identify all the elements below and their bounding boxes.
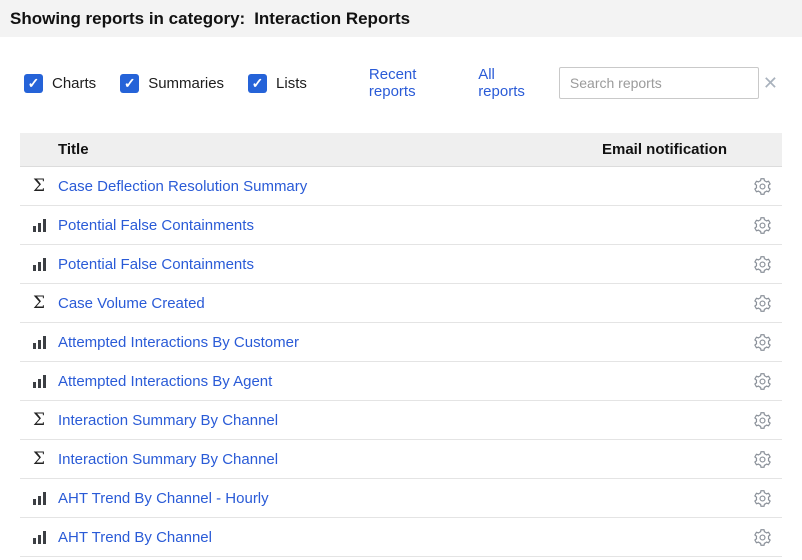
report-title-link[interactable]: Interaction Summary By Channel [58,412,278,429]
report-filter-toolbar: ✓ Charts ✓ Summaries ✓ Lists Recent repo… [24,67,782,99]
filter-checkbox-lists[interactable]: ✓ Lists [248,74,307,93]
search-input[interactable] [559,67,759,99]
bar-chart-icon [33,375,46,388]
report-type-icon-cell: Σ [20,375,58,388]
category-name: Interaction Reports [254,9,410,29]
report-table-body: Σ Case Deflection Resolution Summary Σ P… [20,167,782,557]
check-icon: ✓ [28,76,40,90]
checkbox-label-charts: Charts [52,75,96,92]
checkbox-label-summaries: Summaries [148,75,224,92]
report-title-link[interactable]: AHT Trend By Channel [58,529,212,546]
close-icon[interactable]: ✕ [759,72,782,94]
gear-icon[interactable] [753,528,772,547]
table-row: Σ AHT Trend By Channel - Hourly [20,479,782,518]
report-type-icon-cell: Σ [20,258,58,271]
report-title-link[interactable]: Case Deflection Resolution Summary [58,178,307,195]
recent-reports-link[interactable]: Recent reports [369,66,463,100]
report-title-link[interactable]: Attempted Interactions By Customer [58,334,299,351]
checkbox-label-lists: Lists [276,75,307,92]
report-type-icon-cell: Σ [20,451,58,468]
report-title-link[interactable]: Attempted Interactions By Agent [58,373,272,390]
report-table: Title Email notification Σ Case Deflecti… [20,133,782,557]
checkbox-checked-icon[interactable]: ✓ [24,74,43,93]
filter-checkbox-summaries[interactable]: ✓ Summaries [120,74,224,93]
all-reports-link[interactable]: All reports [478,66,543,100]
report-nav-links: Recent reports All reports [369,66,543,100]
report-title-link[interactable]: Potential False Containments [58,256,254,273]
checkbox-checked-icon[interactable]: ✓ [248,74,267,93]
summary-sigma-icon: Σ [33,178,45,195]
summary-sigma-icon: Σ [33,295,45,312]
bar-chart-icon [33,258,46,271]
table-row: Σ Interaction Summary By Channel [20,440,782,479]
report-type-icon-cell: Σ [20,178,58,195]
checkbox-checked-icon[interactable]: ✓ [120,74,139,93]
gear-icon[interactable] [753,372,772,391]
header-email-notification-column: Email notification [602,141,742,158]
report-type-icon-cell: Σ [20,219,58,232]
gear-icon[interactable] [753,333,772,352]
bar-chart-icon [33,531,46,544]
table-row: Σ Potential False Containments [20,245,782,284]
report-type-icon-cell: Σ [20,492,58,505]
report-type-icon-cell: Σ [20,412,58,429]
report-type-icon-cell: Σ [20,531,58,544]
report-title-link[interactable]: Case Volume Created [58,295,205,312]
category-header-label: Showing reports in category: [10,9,245,29]
report-title-link[interactable]: Potential False Containments [58,217,254,234]
table-row: Σ Potential False Containments [20,206,782,245]
gear-icon[interactable] [753,411,772,430]
table-row: Σ Attempted Interactions By Customer [20,323,782,362]
table-row: Σ Case Volume Created [20,284,782,323]
summary-sigma-icon: Σ [33,451,45,468]
filter-checkbox-charts[interactable]: ✓ Charts [24,74,96,93]
report-type-icon-cell: Σ [20,336,58,349]
gear-icon[interactable] [753,177,772,196]
report-title-link[interactable]: AHT Trend By Channel - Hourly [58,490,269,507]
gear-icon[interactable] [753,255,772,274]
table-row: Σ Interaction Summary By Channel [20,401,782,440]
report-type-icon-cell: Σ [20,295,58,312]
gear-icon[interactable] [753,294,772,313]
bar-chart-icon [33,492,46,505]
bar-chart-icon [33,336,46,349]
category-header-bar: Showing reports in category: Interaction… [0,0,802,37]
gear-icon[interactable] [753,489,772,508]
gear-icon[interactable] [753,450,772,469]
table-row: Σ AHT Trend By Channel [20,518,782,557]
report-title-link[interactable]: Interaction Summary By Channel [58,451,278,468]
check-icon: ✓ [124,76,136,90]
header-title-column: Title [58,141,602,158]
bar-chart-icon [33,219,46,232]
table-row: Σ Case Deflection Resolution Summary [20,167,782,206]
table-header-row: Title Email notification [20,133,782,167]
gear-icon[interactable] [753,216,772,235]
summary-sigma-icon: Σ [33,412,45,429]
check-icon: ✓ [252,76,264,90]
table-row: Σ Attempted Interactions By Agent [20,362,782,401]
